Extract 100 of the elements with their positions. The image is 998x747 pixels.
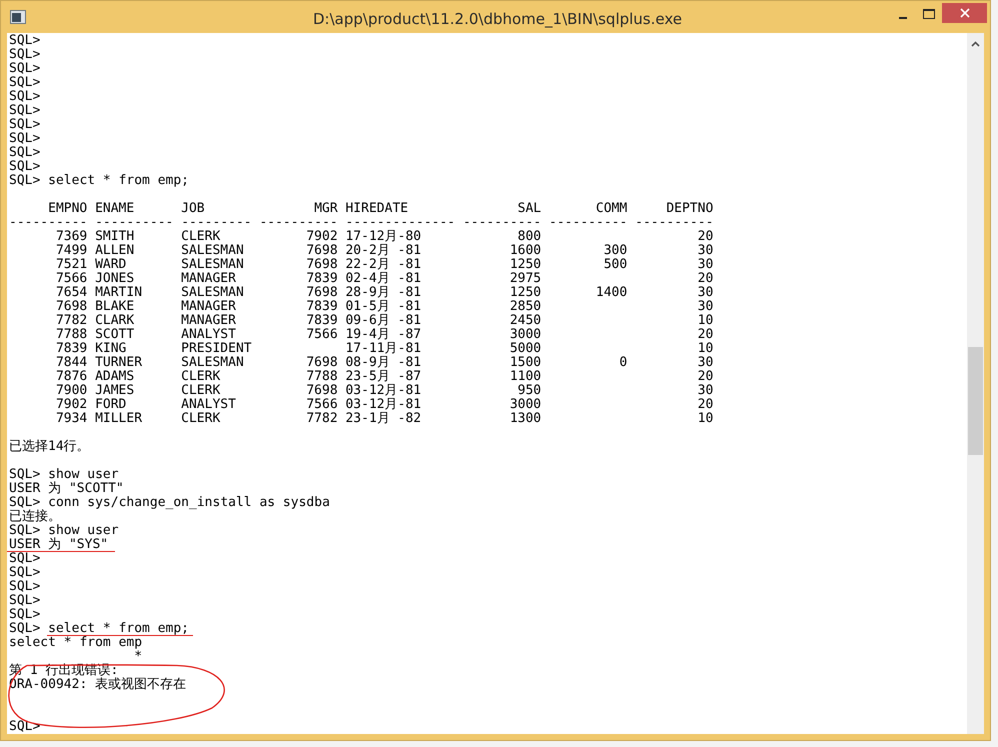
console-line: SQL> — [9, 146, 40, 159]
table-cell: 30 — [698, 257, 714, 272]
table-cell: 30 — [698, 243, 714, 258]
column-header: DEPTNO — [666, 201, 714, 216]
console-line: SQL> select * from emp; — [9, 622, 190, 635]
table-cell: 7839 — [56, 341, 88, 356]
table-cell: SALESMAN — [181, 243, 244, 258]
scrollbar[interactable] — [967, 33, 984, 734]
table-cell: 7839 — [306, 299, 338, 314]
console-line: SQL> — [9, 594, 40, 607]
table-cell: ADAMS — [95, 369, 134, 384]
table-cell: FORD — [95, 397, 126, 412]
table-cell: 7782 — [56, 313, 88, 328]
table-cell: CLERK — [181, 369, 220, 384]
table-cell: 10 — [698, 313, 714, 328]
table-cell: 09-6月 -81 — [345, 313, 422, 328]
table-cell: 30 — [698, 285, 714, 300]
console-line: USER 为 "SCOTT" — [9, 482, 124, 495]
table-cell: 7698 — [306, 383, 338, 398]
table-cell: 01-5月 -81 — [345, 299, 422, 314]
table-cell: SALESMAN — [181, 285, 244, 300]
table-cell: 1400 — [596, 285, 628, 300]
console-line: SQL> — [9, 580, 40, 593]
table-cell: JAMES — [95, 383, 134, 398]
table-cell: 7788 — [306, 369, 338, 384]
column-rule: ---------- — [95, 216, 174, 230]
console-line: SQL> — [9, 552, 40, 565]
column-header: ENAME — [95, 201, 134, 216]
table-cell: KING — [95, 341, 126, 356]
table-cell: ANALYST — [181, 327, 236, 342]
table-cell: 23-1月 -82 — [345, 411, 422, 426]
column-header: JOB — [181, 201, 205, 216]
column-header: MGR — [314, 201, 338, 216]
table-cell: 30 — [698, 355, 714, 370]
table-cell: 17-11月-81 — [345, 341, 422, 356]
table-cell: 2450 — [510, 313, 542, 328]
column-header: EMPNO — [48, 201, 88, 216]
table-cell: 10 — [698, 411, 714, 426]
table-cell: 20 — [698, 271, 714, 286]
table-cell: 1600 — [510, 243, 542, 258]
table-cell: 3000 — [510, 327, 542, 342]
table-cell: MANAGER — [181, 271, 236, 286]
table-cell: 1500 — [510, 355, 542, 370]
scrollbar-thumb[interactable] — [968, 347, 983, 455]
table-cell: 23-5月 -87 — [345, 369, 422, 384]
column-rule: ---------- — [462, 216, 542, 230]
minimize-icon — [899, 17, 907, 19]
scroll-up-icon[interactable] — [971, 41, 980, 47]
console-line: SQL> — [9, 90, 40, 103]
table-cell: 7698 — [306, 285, 338, 300]
table-cell: 1250 — [510, 285, 542, 300]
table-cell: 7369 — [56, 229, 88, 244]
column-rule: --------- — [181, 216, 252, 230]
table-cell: SALESMAN — [181, 355, 244, 370]
table-cell: 17-12月-80 — [345, 229, 422, 244]
table-cell: SALESMAN — [181, 257, 244, 272]
table-cell: 3000 — [510, 397, 542, 412]
table-cell: SMITH — [95, 229, 134, 244]
table-cell: ANALYST — [181, 397, 236, 412]
table-cell: 300 — [604, 243, 628, 258]
table-cell: MILLER — [95, 411, 142, 426]
table-cell: 7782 — [306, 411, 338, 426]
table-cell: JONES — [95, 271, 134, 286]
console-line: SQL> conn sys/change_on_install as sysdba — [9, 496, 330, 509]
table-cell: BLAKE — [95, 299, 134, 314]
table-cell: 0 — [619, 355, 628, 370]
table-cell: 800 — [518, 229, 542, 244]
table-cell: 7566 — [56, 271, 88, 286]
table-cell: 08-9月 -81 — [345, 355, 422, 370]
table-cell: 20 — [698, 397, 714, 412]
console-line: SQL> show user — [9, 468, 119, 481]
table-cell: 7839 — [306, 313, 338, 328]
table-cell: 28-9月 -81 — [345, 285, 422, 300]
table-cell: MANAGER — [181, 299, 236, 314]
close-button[interactable] — [942, 3, 987, 23]
table-cell: 2850 — [510, 299, 542, 314]
table-cell: 30 — [698, 383, 714, 398]
table-cell: 7499 — [56, 243, 88, 258]
table-cell: 7698 — [306, 243, 338, 258]
console-line: SQL> — [9, 62, 40, 75]
console-line: SQL> — [9, 34, 40, 47]
window-title: D:\app\product\11.2.0\dbhome_1\BIN\sqlplus.exe — [313, 9, 682, 30]
table-cell: CLARK — [95, 313, 134, 328]
maximize-icon — [923, 9, 935, 19]
console-line: SQL> — [9, 566, 40, 579]
console-line: SQL> — [9, 76, 40, 89]
console-app-icon — [10, 10, 26, 24]
table-cell: 500 — [604, 257, 628, 272]
column-rule: -------------- — [346, 216, 456, 230]
table-cell: 950 — [518, 383, 542, 398]
console-line: SQL> — [9, 48, 40, 61]
table-cell: 7839 — [306, 271, 338, 286]
table-cell: 7698 — [56, 299, 88, 314]
table-cell: 7698 — [306, 355, 338, 370]
console-line: SQL> — [9, 132, 40, 145]
console-line: SQL> — [9, 720, 40, 733]
column-rule: ---------- — [9, 216, 88, 230]
table-cell: 20 — [698, 369, 714, 384]
table-cell: 7698 — [306, 257, 338, 272]
table-cell: PRESIDENT — [181, 341, 252, 356]
